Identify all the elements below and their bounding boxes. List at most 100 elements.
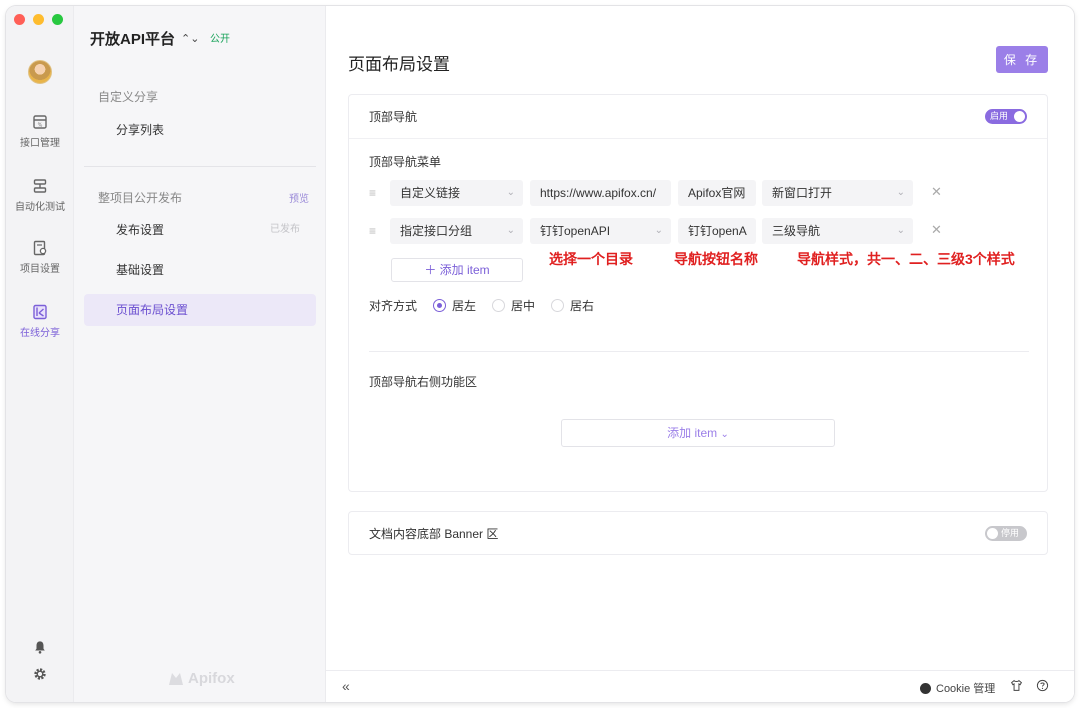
align-right-radio[interactable]: 居右 [551, 297, 594, 314]
rail-item-label: 在线分享 [20, 328, 60, 339]
cookie-icon [920, 682, 931, 694]
public-badge: 公开 [210, 34, 230, 45]
rail-item-project-settings[interactable]: 项目设置 [6, 240, 74, 275]
cookie-settings-button[interactable]: Cookie 管理 [920, 680, 995, 696]
sidebar-item-label: 页面布局设置 [116, 303, 189, 317]
banner-header: 文档内容底部 Banner 区 [349, 512, 1047, 556]
radio-label: 居右 [570, 299, 595, 313]
top-nav-right-area-label: 顶部导航右侧功能区 [369, 375, 478, 389]
preview-link[interactable]: 预览 [289, 190, 309, 205]
drag-handle-icon[interactable]: ≡ [369, 224, 376, 238]
close-window-button[interactable] [14, 14, 25, 25]
select-value: 三级导航 [772, 224, 821, 238]
top-nav-label: 顶部导航 [369, 110, 418, 124]
icon-rail: % 接口管理 自动化测试 项目设置 在线分享 [6, 6, 74, 702]
save-button[interactable]: 保 存 [996, 46, 1048, 73]
apifox-logo-icon [169, 672, 183, 685]
sidebar-section-custom-share: 自定义分享 [98, 90, 159, 104]
annotation-nav-button-name: 导航按钮名称 [674, 251, 758, 267]
svg-text:%: % [38, 123, 43, 129]
status-bar: « Cookie 管理 [326, 670, 1074, 702]
share-icon [33, 304, 47, 320]
sidebar: 开放API平台 ⌃⌄ 公开 自定义分享 分享列表 整项目公开发布 预览 发布设置… [74, 6, 326, 702]
chevron-down-icon: ⌄ [654, 225, 663, 236]
toggle-label: 停用 [1001, 528, 1020, 538]
rail-item-api-management[interactable]: % 接口管理 [6, 114, 74, 149]
align-center-radio[interactable]: 居中 [492, 297, 535, 314]
nav-style-select[interactable]: 三级导航 ⌄ [762, 218, 913, 244]
avatar[interactable] [28, 60, 52, 84]
nav-style-select[interactable]: 新窗口打开 ⌄ [762, 180, 913, 206]
sidebar-divider [84, 166, 316, 167]
radio-dot [551, 299, 565, 312]
shirt-icon[interactable] [1010, 679, 1023, 695]
banner-toggle[interactable]: 停用 [985, 526, 1027, 541]
rail-item-automation[interactable]: 自动化测试 [6, 178, 74, 213]
select-value: 指定接口分组 [400, 224, 473, 238]
select-value: 自定义链接 [400, 186, 461, 200]
sidebar-item-basic-settings[interactable]: 基础设置 [84, 254, 316, 286]
bell-icon [35, 641, 45, 654]
rail-item-label: 自动化测试 [15, 202, 65, 213]
radio-dot [433, 299, 447, 312]
radio-label: 居中 [511, 299, 536, 313]
annotation-select-directory: 选择一个目录 [549, 251, 633, 267]
add-right-item-dropdown[interactable]: 添加 item ⌄ [561, 419, 835, 447]
add-nav-item-button[interactable]: ＋ 添加 item [391, 258, 523, 282]
top-nav-header: 顶部导航 [349, 95, 1047, 139]
nav-name-input[interactable]: 钉钉openA [678, 218, 756, 244]
main-content: 页面布局设置 保 存 顶部导航 启用 顶部导航菜单 ≡ 自定义链接 ⌄ https… [326, 6, 1074, 702]
maximize-window-button[interactable] [52, 14, 63, 25]
close-icon[interactable]: ✕ [931, 222, 942, 238]
sidebar-item-publish-settings[interactable]: 发布设置 已发布 [84, 214, 316, 246]
input-value: Apifox官网 [688, 186, 746, 200]
link-type-select[interactable]: 指定接口分组 ⌄ [390, 218, 523, 244]
automation-icon [33, 179, 47, 193]
chevron-up-down-icon: ⌃⌄ [181, 33, 200, 45]
align-left-radio[interactable]: 居左 [433, 297, 476, 314]
alignment-group: 对齐方式 居左 居中 居右 [369, 297, 594, 314]
section-label: 整项目公开发布 [98, 191, 183, 205]
settings-button[interactable] [6, 667, 74, 686]
notifications-button[interactable] [6, 640, 74, 659]
chevron-down-icon: ⌄ [506, 187, 515, 198]
sidebar-item-layout-settings[interactable]: 页面布局设置 [84, 294, 316, 326]
project-switcher[interactable]: 开放API平台 ⌃⌄ [90, 28, 199, 49]
gear-icon [34, 668, 46, 680]
api-icon: % [33, 115, 47, 129]
cookie-label: Cookie 管理 [936, 683, 996, 695]
chevron-down-icon: ⌄ [506, 225, 515, 236]
app-window: % 接口管理 自动化测试 项目设置 在线分享 开放API平台 ⌃⌄ 公开 自定义… [6, 6, 1074, 702]
minimize-window-button[interactable] [33, 14, 44, 25]
top-nav-menu-label: 顶部导航菜单 [369, 155, 442, 169]
link-type-select[interactable]: 自定义链接 ⌄ [390, 180, 523, 206]
button-label: 添加 item [667, 426, 718, 440]
sidebar-item-label: 分享列表 [116, 123, 165, 137]
top-nav-toggle[interactable]: 启用 [985, 109, 1027, 124]
close-icon[interactable]: ✕ [931, 184, 942, 200]
banner-card: 文档内容底部 Banner 区 停用 [348, 511, 1048, 555]
banner-label: 文档内容底部 Banner 区 [369, 527, 499, 541]
api-group-select[interactable]: 钉钉openAPI ⌄ [530, 218, 671, 244]
published-badge: 已发布 [270, 224, 300, 235]
brand-text: Apifox [188, 670, 235, 687]
drag-handle-icon[interactable]: ≡ [369, 186, 376, 200]
select-value: 钉钉openAPI [540, 224, 611, 238]
collapse-sidebar-icon[interactable]: « [342, 678, 350, 694]
rail-item-online-share[interactable]: 在线分享 [6, 304, 74, 339]
link-url-input[interactable]: https://www.apifox.cn/ [530, 180, 671, 206]
project-name: 开放API平台 [90, 31, 176, 48]
page-title: 页面布局设置 [348, 55, 450, 74]
top-nav-card: 顶部导航 启用 顶部导航菜单 ≡ 自定义链接 ⌄ https://www.apif… [348, 94, 1048, 492]
rail-item-label: 项目设置 [20, 264, 60, 275]
button-label: 添加 item [439, 263, 490, 277]
sidebar-item-share-list[interactable]: 分享列表 [84, 114, 316, 146]
sidebar-section-publish: 整项目公开发布 [98, 189, 310, 206]
apifox-logo: Apifox [168, 670, 235, 687]
help-icon[interactable] [1036, 679, 1049, 695]
nav-name-input[interactable]: Apifox官网 [678, 180, 756, 206]
radio-dot [492, 299, 506, 312]
input-value: 钉钉openA [688, 224, 747, 238]
annotation-nav-style: 导航样式，共一、二、三级3个样式 [797, 251, 1015, 267]
chevron-down-icon: ⌄ [896, 225, 905, 236]
